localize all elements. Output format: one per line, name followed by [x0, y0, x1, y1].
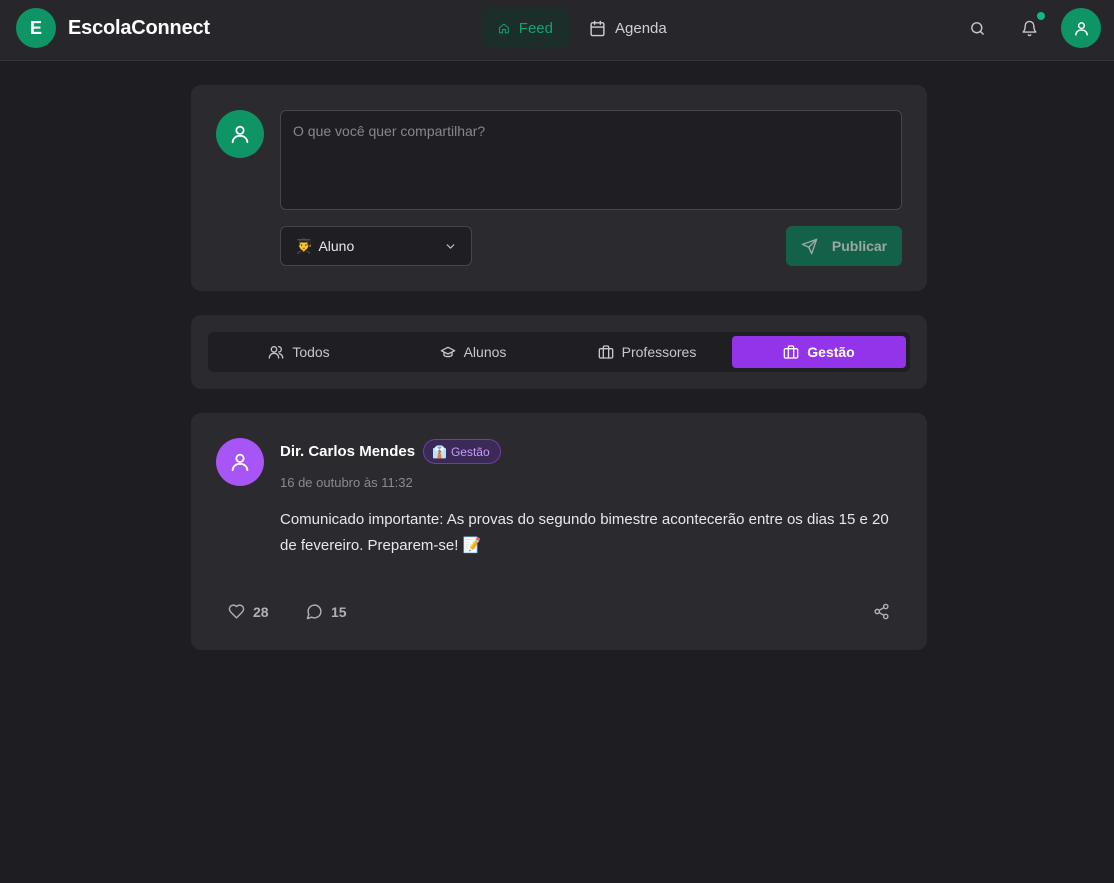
chevron-down-icon [446, 244, 455, 249]
notification-dot [1037, 12, 1045, 20]
nav-agenda-label: Agenda [615, 19, 667, 37]
app-name[interactable]: EscolaConnect [68, 17, 210, 40]
app-logo[interactable]: E [16, 8, 56, 48]
user-icon [231, 125, 249, 144]
role-select-value: Aluno [318, 238, 355, 254]
comment-count: 15 [331, 603, 347, 620]
share-button[interactable] [873, 603, 890, 620]
tab-professores[interactable]: Professores [560, 336, 734, 368]
filter-tabs: Todos Alunos Professores Gestão [208, 332, 910, 372]
share-icon [874, 603, 889, 620]
tab-alunos[interactable]: Alunos [386, 336, 560, 368]
briefcase-icon [598, 345, 613, 359]
graduation-cap-icon [440, 346, 455, 358]
tab-todos[interactable]: Todos [212, 336, 386, 368]
send-icon [801, 238, 818, 254]
users-icon [268, 346, 284, 359]
post-card: Dir. Carlos Mendes 👔 Gestão 16 de outubr… [191, 413, 927, 650]
home-icon [498, 23, 509, 33]
user-icon [231, 453, 249, 472]
role-badge: 👔 Gestão [423, 439, 501, 464]
search-button[interactable] [965, 16, 989, 40]
bell-icon [1021, 20, 1037, 36]
post-content: Comunicado importante: As provas do segu… [280, 511, 889, 554]
notifications-button[interactable] [1017, 16, 1041, 40]
role-emoji: 👨‍🎓 [295, 237, 313, 254]
post-timestamp: 16 de outubro às 11:32 [280, 475, 413, 490]
tab-gestao[interactable]: Gestão [732, 336, 906, 368]
top-bar: E EscolaConnect Feed Agenda [0, 0, 1114, 61]
user-icon [1074, 21, 1088, 36]
comment-icon [306, 604, 322, 620]
tab-gestao-label: Gestão [807, 344, 855, 360]
composer-avatar [216, 110, 264, 158]
post-textarea[interactable] [280, 110, 902, 210]
filter-card: Todos Alunos Professores Gestão [191, 315, 927, 389]
nav-feed-button[interactable]: Feed [482, 8, 569, 48]
tab-alunos-label: Alunos [463, 344, 507, 360]
tab-professores-label: Professores [621, 344, 697, 360]
search-icon [970, 21, 984, 35]
nav-agenda-button[interactable]: Agenda [573, 8, 683, 48]
tab-todos-label: Todos [292, 344, 330, 360]
briefcase-icon [783, 345, 799, 359]
role-badge-label: Gestão [450, 444, 490, 459]
post-author-name[interactable]: Dir. Carlos Mendes [280, 443, 415, 460]
calendar-icon [590, 20, 605, 36]
user-avatar-button[interactable] [1061, 8, 1101, 48]
like-count: 28 [253, 603, 269, 620]
badge-emoji: 👔 [432, 444, 447, 459]
publish-button[interactable]: Publicar [786, 226, 902, 266]
publish-label: Publicar [831, 238, 888, 254]
nav-feed-label: Feed [518, 19, 553, 37]
like-button[interactable]: 28 [228, 603, 269, 620]
heart-icon [228, 604, 245, 619]
post-author-avatar[interactable] [216, 438, 264, 486]
composer-card: 👨‍🎓 Aluno Publicar [191, 85, 927, 291]
role-select[interactable]: 👨‍🎓 Aluno [280, 226, 472, 266]
comment-button[interactable]: 15 [306, 603, 347, 620]
